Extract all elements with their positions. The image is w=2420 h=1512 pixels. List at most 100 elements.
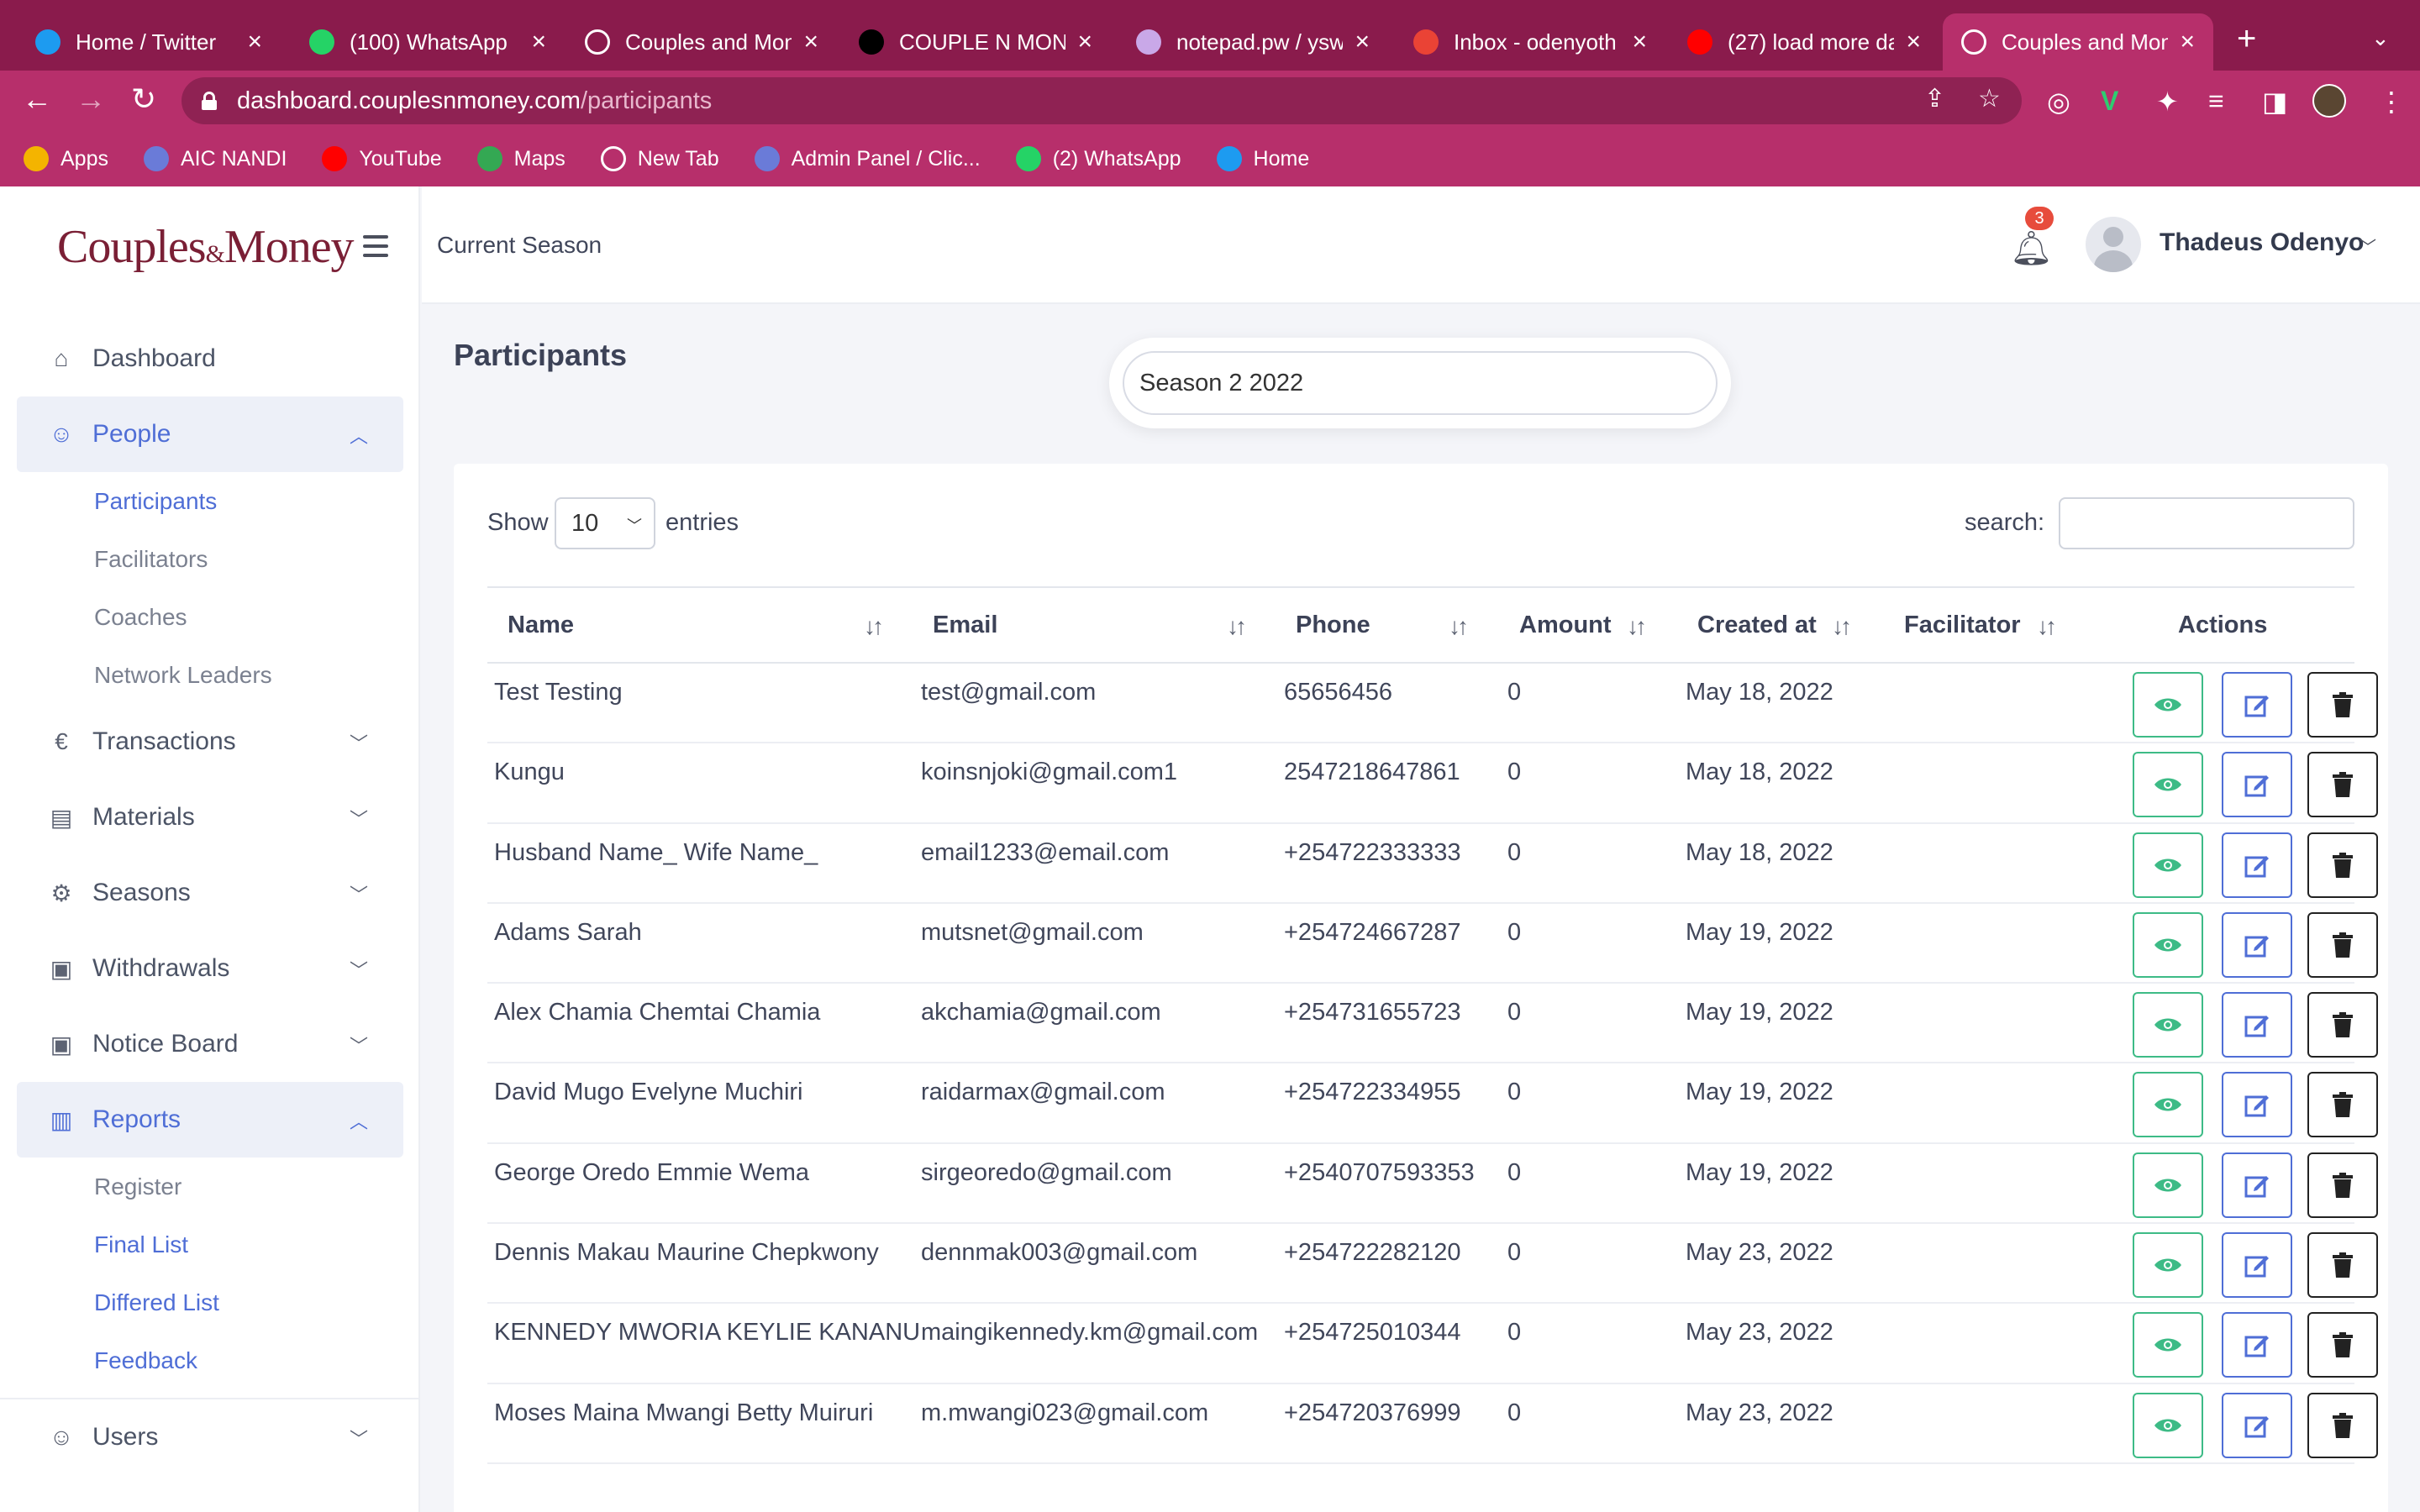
browser-tab[interactable]: Couples and Mon × <box>1943 13 2213 71</box>
sidebar-item-notice-board[interactable]: ▣ Notice Board ﹀ <box>17 1006 403 1082</box>
entries-per-page-select[interactable]: 10 ﹀ <box>555 497 655 549</box>
view-button[interactable] <box>2133 1072 2203 1138</box>
sidebar-item-materials[interactable]: ▤ Materials ﹀ <box>17 780 403 855</box>
sidebar-sub-differed-list[interactable]: Differed List <box>17 1273 403 1331</box>
column-header-facilitator[interactable]: Facilitator <box>1904 612 2021 639</box>
edit-button[interactable] <box>2222 672 2292 738</box>
view-button[interactable] <box>2133 832 2203 898</box>
delete-button[interactable] <box>2307 911 2378 978</box>
media-queue-icon[interactable]: ≡ <box>2208 86 2224 117</box>
bookmark-star-icon[interactable]: ☆ <box>1978 84 2001 113</box>
browser-tab[interactable]: Couples and Mon × <box>566 13 837 71</box>
edit-button[interactable] <box>2222 1152 2292 1218</box>
delete-button[interactable] <box>2307 1232 2378 1299</box>
close-icon[interactable]: × <box>803 28 818 56</box>
search-input[interactable] <box>2059 497 2354 549</box>
sidebar-sub-facilitators[interactable]: Facilitators <box>17 530 403 588</box>
close-icon[interactable]: × <box>1906 28 1921 56</box>
couples-and-money-logo[interactable]: Couples&Money <box>57 220 355 274</box>
sort-icon[interactable]: ↓↑ <box>864 613 884 640</box>
edit-button[interactable] <box>2222 1232 2292 1299</box>
bookmark-item[interactable]: Home <box>1216 146 1309 171</box>
extensions-puzzle-icon[interactable]: ✦ <box>2156 86 2179 118</box>
sidebar-item-withdrawals[interactable]: ▣ Withdrawals ﹀ <box>17 931 403 1006</box>
share-icon[interactable]: ⇪ <box>1924 84 1945 113</box>
edit-button[interactable] <box>2222 1312 2292 1378</box>
delete-button[interactable] <box>2307 672 2378 738</box>
new-tab-button[interactable]: + <box>2237 20 2256 58</box>
browser-menu-kebab-icon[interactable]: ⋮ <box>2378 86 2405 118</box>
bookmark-item[interactable]: Maps <box>476 146 566 171</box>
view-button[interactable] <box>2133 1232 2203 1299</box>
side-panel-icon[interactable]: ◨ <box>2262 86 2287 118</box>
sidebar-item-reports[interactable]: ▥ Reports ︿ <box>17 1082 403 1158</box>
view-button[interactable] <box>2133 752 2203 818</box>
browser-tab[interactable]: Home / Twitter × <box>17 13 281 71</box>
column-header-amount[interactable]: Amount <box>1519 612 1612 639</box>
browser-tab[interactable]: (27) load more da × <box>1669 13 1939 71</box>
user-avatar[interactable] <box>2086 217 2141 272</box>
close-icon[interactable]: × <box>1077 28 1092 56</box>
sort-icon[interactable]: ↓↑ <box>2037 613 2057 640</box>
column-header-phone[interactable]: Phone <box>1296 612 1370 639</box>
sidebar-sub-final-list[interactable]: Final List <box>17 1215 403 1273</box>
edit-button[interactable] <box>2222 832 2292 898</box>
extension-v-icon[interactable]: V <box>2101 86 2118 117</box>
back-arrow-icon[interactable]: ← <box>22 82 52 116</box>
column-header-name[interactable]: Name <box>508 612 574 639</box>
sort-icon[interactable]: ↓↑ <box>1449 613 1469 640</box>
browser-tab[interactable]: (100) WhatsApp × <box>291 13 565 71</box>
delete-button[interactable] <box>2307 1072 2378 1138</box>
sidebar-sub-network-leaders[interactable]: Network Leaders <box>17 646 403 704</box>
bookmark-item[interactable]: Admin Panel / Clic... <box>754 146 981 171</box>
browser-profile-avatar[interactable] <box>2312 84 2346 118</box>
chevron-down-icon[interactable]: ﹀ <box>2360 234 2376 258</box>
sidebar-sub-feedback[interactable]: Feedback <box>17 1331 403 1389</box>
edit-button[interactable] <box>2222 911 2292 978</box>
forward-arrow-icon[interactable]: → <box>76 82 106 116</box>
season-select[interactable]: Season 2 2022 <box>1123 351 1718 415</box>
bookmark-item[interactable]: AIC NANDI <box>143 146 287 171</box>
bookmark-item[interactable]: New Tab <box>600 146 719 171</box>
browser-tab[interactable]: COUPLE N MONE × <box>840 13 1111 71</box>
delete-button[interactable] <box>2307 992 2378 1058</box>
delete-button[interactable] <box>2307 1152 2378 1218</box>
close-icon[interactable]: × <box>2180 28 2195 56</box>
column-header-email[interactable]: Email <box>933 612 997 639</box>
user-name[interactable]: Thadeus Odenyo <box>2160 228 2364 257</box>
notification-bell-icon[interactable]: 🔔︎ <box>2010 228 2053 268</box>
view-button[interactable] <box>2133 911 2203 978</box>
edit-button[interactable] <box>2222 1392 2292 1458</box>
edit-button[interactable] <box>2222 992 2292 1058</box>
bookmark-item[interactable]: YouTube <box>322 146 442 171</box>
delete-button[interactable] <box>2307 1312 2378 1378</box>
view-button[interactable] <box>2133 992 2203 1058</box>
sort-icon[interactable]: ↓↑ <box>1627 613 1647 640</box>
browser-tab[interactable]: notepad.pw / ysw × <box>1118 13 1388 71</box>
column-header-created-at[interactable]: Created at <box>1697 612 1817 639</box>
delete-button[interactable] <box>2307 752 2378 818</box>
extension-target-icon[interactable]: ◎ <box>2047 86 2070 118</box>
sort-icon[interactable]: ↓↑ <box>1227 613 1247 640</box>
sidebar-item-transactions[interactable]: € Transactions ﹀ <box>17 704 403 780</box>
sidebar-item-users[interactable]: ☺ Users ﹀ <box>17 1399 403 1475</box>
close-icon[interactable]: × <box>247 28 262 56</box>
sidebar-sub-participants[interactable]: Participants <box>17 472 403 530</box>
view-button[interactable] <box>2133 1392 2203 1458</box>
reload-icon[interactable]: ↻ <box>131 82 156 116</box>
view-button[interactable] <box>2133 1312 2203 1378</box>
sidebar-sub-register[interactable]: Register <box>17 1158 403 1215</box>
edit-button[interactable] <box>2222 1072 2292 1138</box>
delete-button[interactable] <box>2307 1392 2378 1458</box>
view-button[interactable] <box>2133 1152 2203 1218</box>
address-bar[interactable]: dashboard.couplesnmoney.com/participants <box>182 77 2022 124</box>
sidebar-item-seasons[interactable]: ⚙ Seasons ﹀ <box>17 855 403 931</box>
close-icon[interactable]: × <box>1355 28 1370 56</box>
view-button[interactable] <box>2133 672 2203 738</box>
sort-icon[interactable]: ↓↑ <box>1832 613 1852 640</box>
close-icon[interactable]: × <box>1632 28 1647 56</box>
bookmark-item[interactable]: (2) WhatsApp <box>1015 146 1181 171</box>
edit-button[interactable] <box>2222 752 2292 818</box>
sidebar-item-people[interactable]: ☺ People ︿ <box>17 396 403 472</box>
tab-search-chevron-icon[interactable]: ⌄ <box>2371 25 2390 51</box>
